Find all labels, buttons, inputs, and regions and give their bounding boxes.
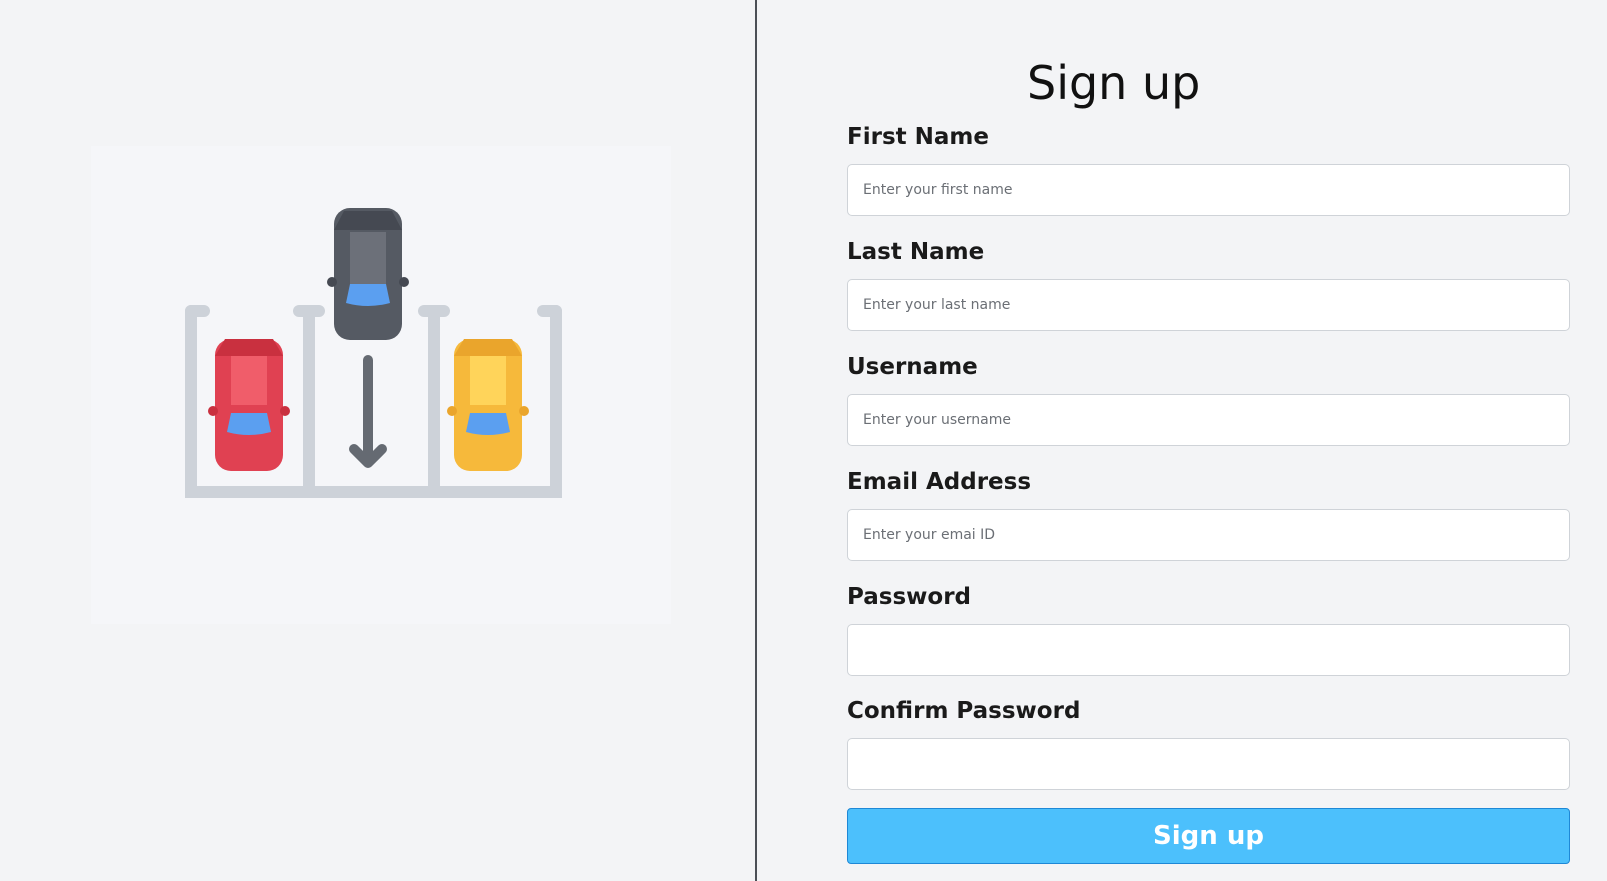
- email-label: Email Address: [847, 469, 1032, 495]
- username-label: Username: [847, 354, 978, 380]
- email-input[interactable]: [847, 509, 1570, 561]
- dark-car-icon: [327, 208, 409, 340]
- first-name-input[interactable]: [847, 164, 1570, 216]
- confirm-password-label: Confirm Password: [847, 698, 1081, 724]
- illustration-pane: [0, 0, 755, 881]
- red-car-icon: [208, 339, 290, 471]
- sign-up-button[interactable]: Sign up: [847, 808, 1570, 864]
- parking-lot-icon: [185, 208, 562, 498]
- last-name-input[interactable]: [847, 279, 1570, 331]
- yellow-car-icon: [447, 339, 529, 471]
- password-label: Password: [847, 584, 971, 610]
- signup-form-pane: Sign up First Name Last Name Username Em…: [757, 0, 1607, 881]
- username-input[interactable]: [847, 394, 1570, 446]
- page-title: Sign up: [1027, 56, 1201, 110]
- first-name-label: First Name: [847, 124, 989, 150]
- password-input[interactable]: [847, 624, 1570, 676]
- parking-illustration: [91, 146, 671, 624]
- confirm-password-input[interactable]: [847, 738, 1570, 790]
- arrow-down-icon: [349, 355, 387, 468]
- last-name-label: Last Name: [847, 239, 985, 265]
